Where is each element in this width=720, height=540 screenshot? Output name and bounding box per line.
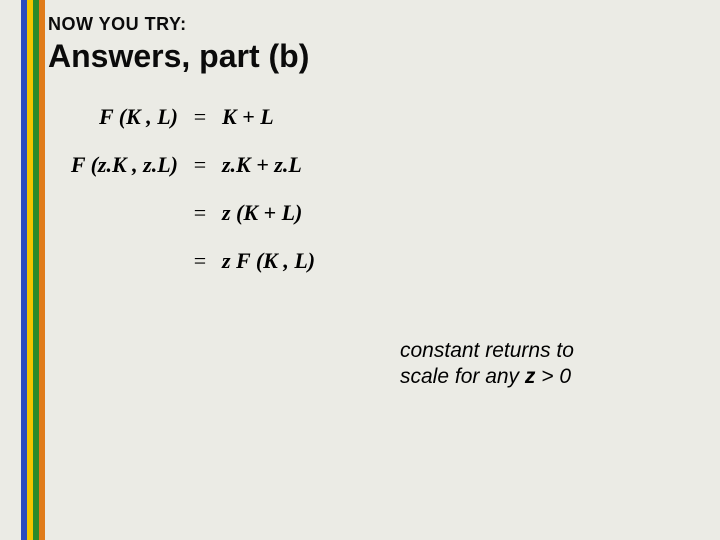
math-eq: =: [188, 104, 212, 130]
math-lhs: F (K , L): [60, 104, 188, 130]
math-derivation: F (K , L) = K + L F (z.K , z.L) = z.K + …: [60, 104, 360, 296]
math-eq: =: [188, 248, 212, 274]
math-eq: =: [188, 200, 212, 226]
note-line1: constant returns to: [400, 339, 574, 362]
math-row: F (z.K , z.L) = z.K + z.L: [60, 152, 360, 178]
math-rhs: z F (K , L): [212, 248, 360, 274]
math-eq: =: [188, 152, 212, 178]
math-rhs: K + L: [212, 104, 360, 130]
note-line2-suffix: > 0: [535, 365, 571, 388]
kicker-heading: NOW YOU TRY:: [48, 14, 187, 35]
math-lhs: F (z.K , z.L): [60, 152, 188, 178]
math-rhs: z.K + z.L: [212, 152, 360, 178]
math-rhs: z (K + L): [212, 200, 360, 226]
accent-stripe-orange: [39, 0, 45, 540]
note-z: z: [525, 365, 536, 388]
note-line2-prefix: scale for any: [400, 365, 525, 388]
math-row: F (K , L) = K + L: [60, 104, 360, 130]
conclusion-note: constant returns to scale for any z > 0: [400, 338, 660, 391]
math-row: = z (K + L): [60, 200, 360, 226]
page-title: Answers, part (b): [48, 38, 309, 75]
math-row: = z F (K , L): [60, 248, 360, 274]
